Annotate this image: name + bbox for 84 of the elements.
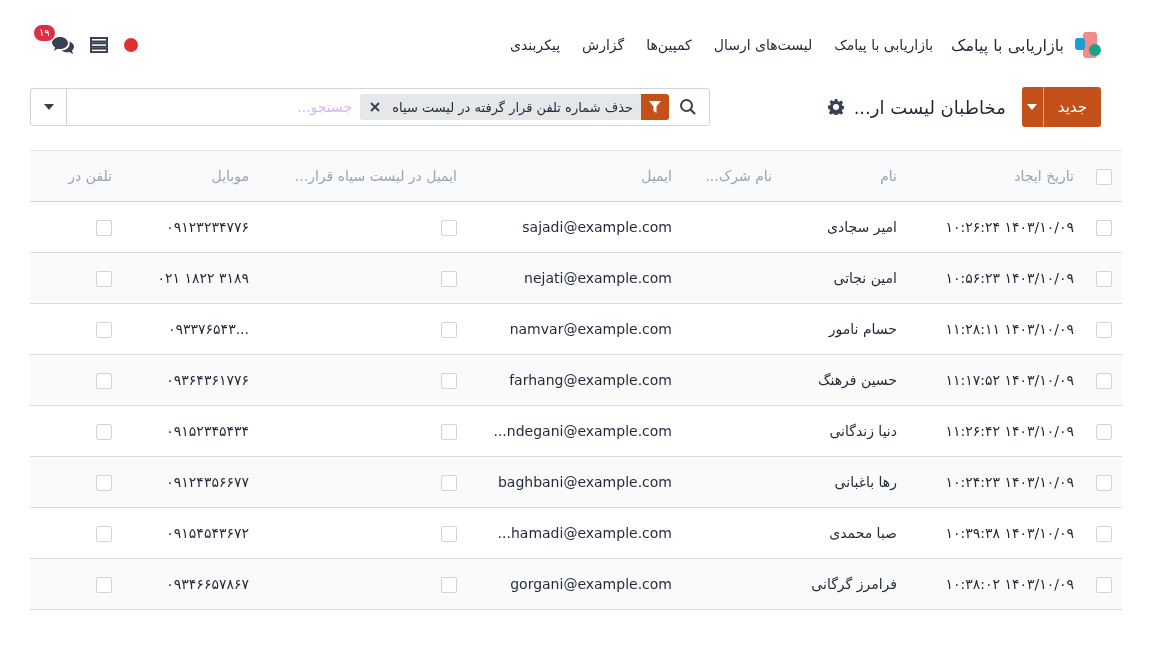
table-cell: ۱۴۰۳/۱۰/۰۹ ۱۰:۵۶:۲۳ [945, 270, 1074, 286]
checkbox[interactable] [441, 474, 457, 491]
column-header[interactable]: تلفن در [68, 168, 112, 184]
table-cell: ۱۴۰۳/۱۰/۰۹ ۱۰:۳۸:۰۲ [945, 576, 1074, 592]
table-cell: ۱۴۰۳/۱۰/۰۹ ۱۰:۲۶:۲۴ [945, 219, 1074, 235]
table-cell: رها باغبانی [834, 474, 897, 490]
checkbox[interactable] [96, 219, 112, 236]
checkbox[interactable] [441, 423, 457, 440]
column-header[interactable]: ایمیل [641, 168, 672, 184]
checkbox[interactable] [1096, 372, 1112, 389]
filter-facet-label: حذف شماره تلفن قرار گرفته در لیست سیاه [391, 99, 634, 115]
checkbox[interactable] [96, 474, 112, 491]
checkbox[interactable] [96, 525, 112, 542]
checkbox[interactable] [1096, 525, 1112, 542]
checkbox[interactable] [96, 372, 112, 389]
checkbox[interactable] [96, 270, 112, 287]
menu-item[interactable]: پیکربندی [510, 37, 561, 53]
table-cell: namvar@example.com [509, 321, 672, 337]
table-cell: ۰۲۱ ۱۸۲۲ ۳۱۸۹ [157, 270, 249, 286]
table-cell: امیر سجادی [827, 219, 897, 235]
checkbox[interactable] [1096, 219, 1112, 236]
new-button[interactable]: جدید [1043, 87, 1101, 127]
checkbox[interactable] [441, 219, 457, 236]
close-icon[interactable] [370, 102, 381, 112]
app-name[interactable]: بازاریابی با پیامک [951, 35, 1064, 55]
status-dot-icon[interactable] [124, 38, 138, 52]
checkbox[interactable] [441, 576, 457, 593]
checkbox[interactable] [441, 321, 457, 338]
column-header[interactable]: موبایل [211, 168, 249, 184]
checkbox[interactable] [1096, 576, 1112, 593]
message-count-badge: ۱۹ [34, 25, 55, 41]
table-cell: امین نجاتی [833, 270, 897, 286]
table-cell: sajadi@example.com [522, 219, 672, 235]
checkbox[interactable] [441, 372, 457, 389]
table-cell: ...hamadi@example.com [497, 525, 672, 541]
checkbox[interactable] [441, 525, 457, 542]
menu-item[interactable]: بازاریابی با پیامک [834, 37, 934, 53]
menu-item[interactable]: لیست‌های ارسال [713, 37, 813, 53]
app-logo-icon[interactable] [1074, 32, 1102, 58]
settings-icon[interactable] [827, 99, 844, 115]
column-header[interactable]: تاریخ ایجاد [1014, 168, 1074, 184]
caret-icon [1027, 104, 1038, 110]
table-cell: ۱۴۰۳/۱۰/۰۹ ۱۱:۱۷:۵۲ [945, 372, 1074, 388]
table-cell: ۱۴۰۳/۱۰/۰۹ ۱۱:۲۸:۱۱ [945, 321, 1074, 337]
table-cell: ۱۴۰۳/۱۰/۰۹ ۱۱:۲۶:۴۲ [945, 423, 1074, 439]
breadcrumb-title[interactable]: مخاطبان لیست ار... [853, 96, 1006, 118]
checkbox[interactable] [96, 423, 112, 440]
table-cell: gorgani@example.com [510, 576, 672, 592]
table-cell: ۰۹۱۲۴۳۵۶۶۷۷ [166, 474, 249, 490]
table-cell: ۰۹۳۳۷۶۵۴۳... [167, 321, 249, 337]
table-cell: nejati@example.com [524, 270, 672, 286]
menu-item[interactable]: کمپین‌ها [646, 37, 692, 53]
checkbox[interactable] [96, 321, 112, 338]
checkbox[interactable] [96, 576, 112, 593]
table-cell: ۰۹۳۴۶۶۵۷۸۶۷ [166, 576, 249, 592]
column-header[interactable]: نام [880, 168, 897, 184]
table-cell: baghbani@example.com [497, 474, 672, 490]
table-cell: فرامرز گرگانی [811, 576, 897, 592]
checkbox[interactable] [1096, 423, 1112, 440]
table-cell: ۱۴۰۳/۱۰/۰۹ ۱۰:۳۹:۳۸ [945, 525, 1074, 541]
checkbox[interactable] [1096, 270, 1112, 287]
table-cell: صبا محمدی [829, 525, 897, 541]
table-cell: ...ndegani@example.com [493, 423, 672, 439]
table-cell: ۰۹۱۲۳۲۳۴۷۷۶ [166, 219, 249, 235]
table-cell: ۱۴۰۳/۱۰/۰۹ ۱۰:۲۴:۲۳ [945, 474, 1074, 490]
table-cell: حسام نامور [828, 321, 897, 337]
table-cell: ۰۹۱۵۴۵۴۳۶۷۲ [166, 525, 249, 541]
new-dropdown-button[interactable] [1021, 87, 1044, 127]
menu-item[interactable]: گزارش [582, 37, 625, 53]
search-input[interactable]: جستجو... [67, 99, 361, 115]
caret-icon [43, 104, 54, 110]
checkbox[interactable] [1096, 474, 1112, 491]
activity-icon[interactable] [90, 37, 108, 53]
table-cell: ۰۹۳۶۴۳۶۱۷۷۶ [166, 372, 249, 388]
table-cell: حسین فرهنگ [817, 372, 897, 388]
chat-icon[interactable] [52, 35, 74, 55]
table-cell: دنیا زندگانی [829, 423, 897, 439]
filter-icon [641, 94, 669, 120]
checkbox[interactable] [1096, 168, 1112, 185]
checkbox[interactable] [441, 270, 457, 287]
checkbox[interactable] [1096, 321, 1112, 338]
table-cell: ۰۹۱۵۲۳۴۵۴۳۴ [166, 423, 249, 439]
search-icon[interactable] [679, 98, 697, 116]
table-cell: farhang@example.com [509, 372, 672, 388]
